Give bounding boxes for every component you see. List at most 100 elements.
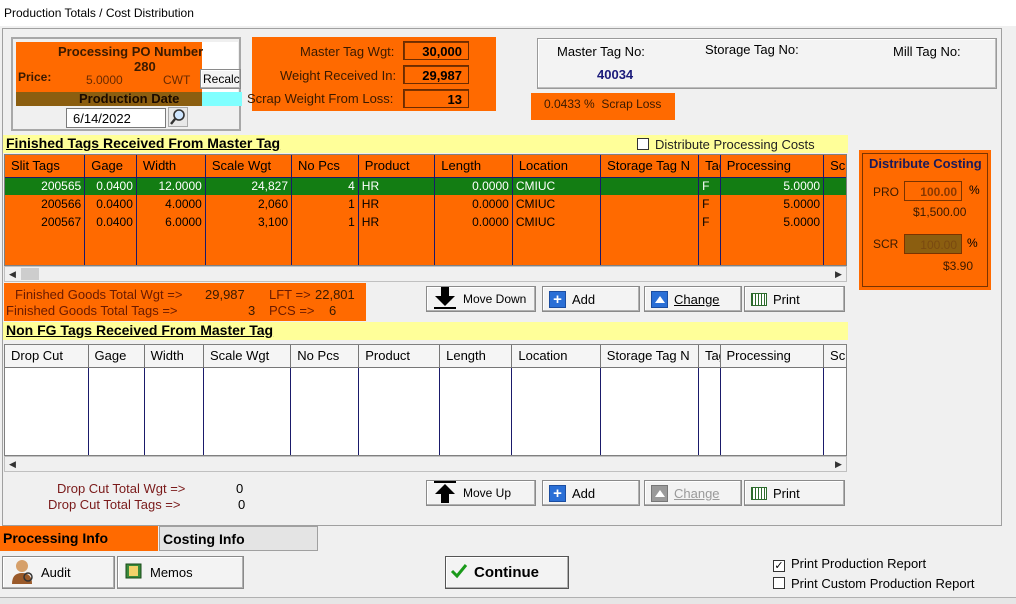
column-header[interactable]: Drop Cut <box>5 345 89 368</box>
column-header[interactable]: Tag <box>698 155 721 178</box>
column-header[interactable]: Length <box>439 345 513 368</box>
cell-length: 0.0000 <box>434 195 513 213</box>
tab-costing-info[interactable]: Costing Info <box>159 526 318 551</box>
nonfg-grid-scrollbar[interactable]: ◀ ▶ <box>4 456 847 472</box>
column-header[interactable]: Slit Tags <box>5 155 86 178</box>
scroll-thumb[interactable] <box>21 268 39 280</box>
audit-button[interactable]: Audit <box>2 556 115 589</box>
cell-length: 0.0000 <box>434 177 513 195</box>
column-header[interactable]: No Pcs <box>291 155 359 178</box>
column-header[interactable]: Tag <box>698 345 721 368</box>
scr-percent-field[interactable]: 100.00 <box>904 234 962 254</box>
column-header[interactable]: Gage <box>84 155 137 178</box>
master-tag-value: 40034 <box>597 67 634 82</box>
change-icon <box>651 290 668 308</box>
column-header[interactable]: Location <box>511 345 601 368</box>
column-header[interactable]: Storage Tag N <box>600 155 700 178</box>
auditor-icon <box>9 558 35 587</box>
memos-button[interactable]: Memos <box>117 556 244 589</box>
column-header[interactable]: Length <box>434 155 513 178</box>
pcs-value: 6 <box>329 303 337 318</box>
weight-received-field[interactable]: 29,987 <box>403 65 469 84</box>
change-finished-button[interactable]: Change <box>644 286 742 312</box>
print-production-report-checkbox[interactable]: ✓ Print Production Report <box>773 556 926 572</box>
finished-grid-scrollbar[interactable]: ◀ ▶ <box>4 266 847 282</box>
lft-value: 22,801 <box>315 287 355 302</box>
column-header[interactable]: Location <box>512 155 602 178</box>
print-custom-report-checkbox[interactable]: Print Custom Production Report <box>773 576 975 591</box>
drop-cut-wgt-value: 0 <box>236 481 244 496</box>
recalc-button[interactable]: Recalc <box>200 69 241 89</box>
column-header[interactable]: Scale Wgt <box>205 155 293 178</box>
cell-length: 0.0000 <box>434 213 513 231</box>
cell-tag: F <box>698 213 721 231</box>
column-header[interactable]: Scale Wgt <box>203 345 292 368</box>
cell-location: CMIUC <box>512 195 602 213</box>
move-down-button[interactable]: Move Down <box>426 286 536 312</box>
arrow-down-icon <box>433 286 457 312</box>
change-icon <box>651 484 668 502</box>
scroll-right-icon[interactable]: ▶ <box>831 457 846 471</box>
scroll-left-icon[interactable]: ◀ <box>5 267 20 281</box>
po-number-value: 280 <box>134 59 156 74</box>
scr-label: SCR <box>873 237 899 251</box>
add-icon: + <box>549 290 566 308</box>
window-title: Production Totals / Cost Distribution <box>0 0 1016 26</box>
print-nonfg-button[interactable]: Print <box>744 480 845 506</box>
column-header[interactable]: Gage <box>88 345 145 368</box>
add-nonfg-button[interactable]: + Add <box>542 480 640 506</box>
cell-width: 6.0000 <box>136 213 206 231</box>
column-header[interactable]: Processing <box>720 345 825 368</box>
move-up-button[interactable]: Move Up <box>426 480 536 506</box>
column-header[interactable]: Width <box>136 155 206 178</box>
scr-amount: $3.90 <box>943 259 974 273</box>
arrow-up-icon <box>433 480 457 506</box>
cell-processing: 5.0000 <box>720 213 825 231</box>
print-finished-button[interactable]: Print <box>744 286 845 312</box>
storage-tag-label: Storage Tag No: <box>705 42 799 57</box>
cell-slit: 200567 <box>5 213 86 231</box>
checkbox-icon <box>637 138 649 150</box>
column-header[interactable]: Scrap Cost <box>823 345 846 368</box>
cell-slit: 200566 <box>5 195 86 213</box>
column-header[interactable]: No Pcs <box>290 345 360 368</box>
cell-processing: 5.0000 <box>720 195 825 213</box>
cell-gage: 0.0400 <box>84 177 137 195</box>
production-date-input[interactable]: 6/14/2022 <box>66 108 166 128</box>
column-header[interactable]: Product <box>358 345 441 368</box>
column-header[interactable]: Processing <box>720 155 825 178</box>
nonfg-tags-grid: Drop Cut Gage Width Scale Wgt No Pcs Product L… <box>4 344 847 456</box>
cell-storage <box>600 195 700 213</box>
table-row[interactable]: 200565 0.0400 12.0000 24,827 4 HR 0.0000 CMIUC F… <box>5 177 846 195</box>
printer-icon <box>751 292 767 306</box>
column-header[interactable]: Storage Tag N <box>600 345 699 368</box>
cell-gage: 0.0400 <box>84 213 137 231</box>
table-row[interactable]: 200567 0.0400 6.0000 3,100 1 HR 0.0000 CMIUC F 5.… <box>5 213 846 231</box>
pro-percent-field[interactable]: 100.00 <box>904 181 962 201</box>
distribute-processing-costs-checkbox[interactable]: Distribute Processing Costs <box>637 137 815 152</box>
master-tag-wgt-field[interactable]: 30,000 <box>403 41 469 60</box>
scrap-loss-box: 0.0433 % Scrap Loss <box>531 93 675 120</box>
column-header[interactable]: Scrap Cost <box>823 155 846 178</box>
cell-pcs: 1 <box>291 195 359 213</box>
scroll-right-icon[interactable]: ▶ <box>831 267 846 281</box>
pro-percent-sign: % <box>969 183 980 197</box>
checkmark-icon <box>450 563 468 583</box>
cell-wgt: 3,100 <box>205 213 293 231</box>
scroll-left-icon[interactable]: ◀ <box>5 457 20 471</box>
weight-received-label: Weight Received In: <box>280 68 397 83</box>
table-row[interactable]: 200566 0.0400 4.0000 2,060 1 HR 0.0000 CMIUC F 5.… <box>5 195 846 213</box>
column-header[interactable]: Width <box>144 345 204 368</box>
cell-width: 12.0000 <box>136 177 206 195</box>
scrap-weight-field[interactable]: 13 <box>403 89 469 108</box>
add-finished-button[interactable]: + Add <box>542 286 640 312</box>
search-icon[interactable] <box>168 107 188 127</box>
continue-button[interactable]: Continue <box>445 556 569 589</box>
drop-cut-tags-value: 0 <box>238 497 246 512</box>
price-label: Price: <box>18 70 52 84</box>
scrap-loss-percent: 0.0433 % <box>544 97 595 111</box>
column-header[interactable]: Product <box>358 155 436 178</box>
memo-book-icon <box>124 562 144 583</box>
tab-processing-info[interactable]: Processing Info <box>0 526 158 551</box>
cell-location: CMIUC <box>512 213 602 231</box>
